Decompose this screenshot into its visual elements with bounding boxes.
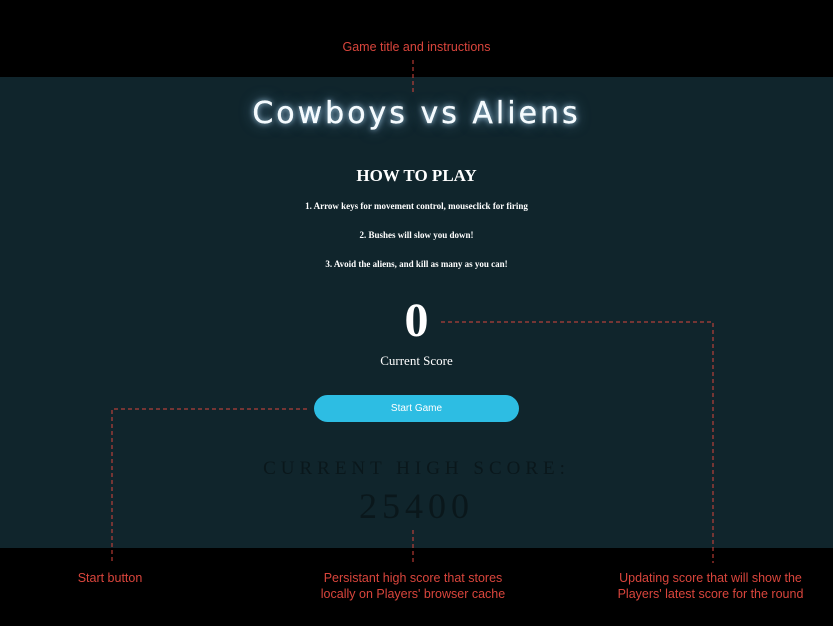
annotation-score-line1: Updating score that will show the [619, 571, 802, 585]
annotation-high-score-line1: Persistant high score that stores [323, 571, 503, 585]
annotation-high-score-line2: locally on Players' browser cache [320, 587, 506, 601]
annotation-leader-lines [111, 60, 714, 563]
annotation-start-button: Start button [77, 571, 143, 585]
screenshot-canvas: Game title and instructions Cowboys vs A… [0, 0, 833, 626]
start-leader-line [111, 408, 307, 563]
score-leader-line [441, 321, 714, 563]
annotation-score-line2: Players' latest score for the round [617, 587, 804, 601]
